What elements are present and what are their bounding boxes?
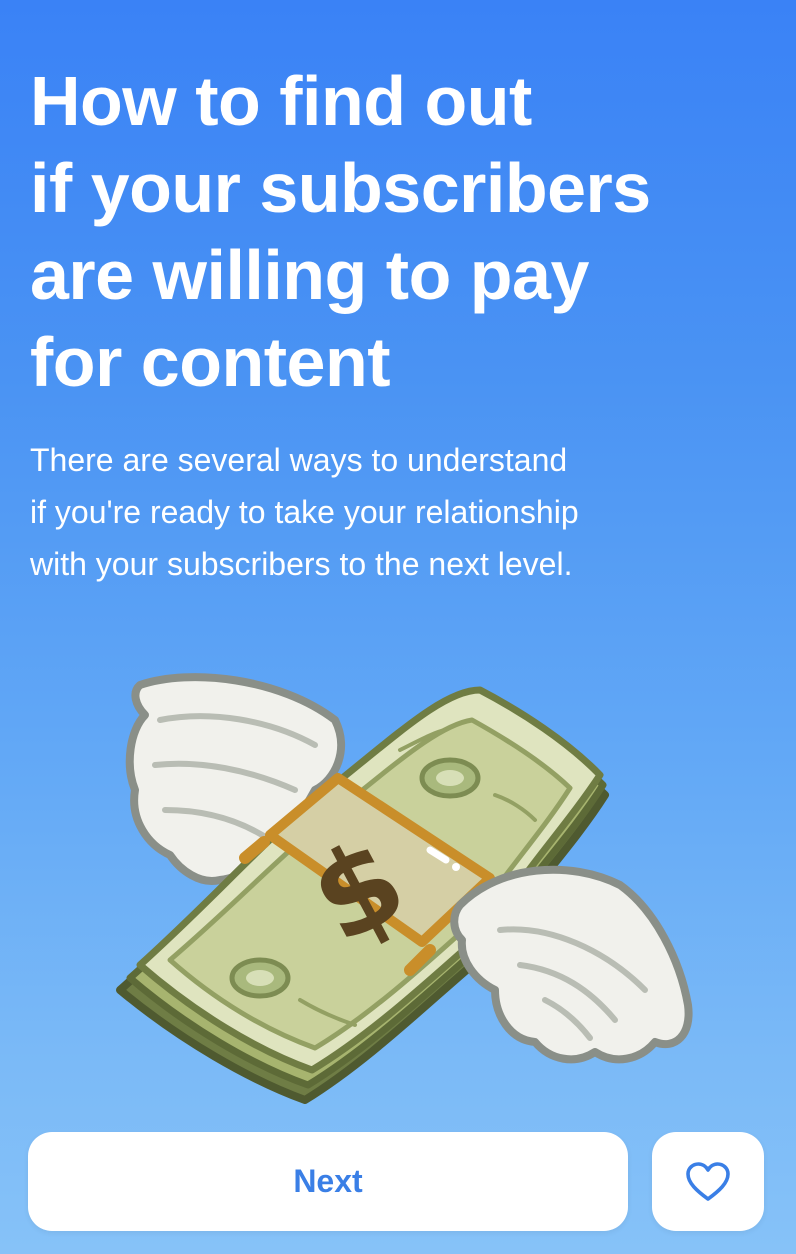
right-wing <box>450 865 693 1064</box>
page-title: How to find out if your subscribers are … <box>30 58 770 406</box>
onboarding-screen: How to find out if your subscribers are … <box>0 0 796 1254</box>
next-button[interactable]: Next <box>28 1132 628 1231</box>
title-line: for content <box>30 323 391 401</box>
money-with-wings-icon: $ <box>116 673 693 1104</box>
page-description: There are several ways to understand if … <box>30 434 770 590</box>
title-line: if your subscribers <box>30 149 651 227</box>
title-line: are willing to pay <box>30 236 589 314</box>
title-line: How to find out <box>30 62 532 140</box>
description-line: There are several ways to understand <box>30 442 568 478</box>
heart-icon <box>686 1161 730 1201</box>
description-line: if you're ready to take your relationshi… <box>30 494 579 530</box>
description-line: with your subscribers to the next level. <box>30 546 573 582</box>
like-button[interactable] <box>652 1132 764 1231</box>
